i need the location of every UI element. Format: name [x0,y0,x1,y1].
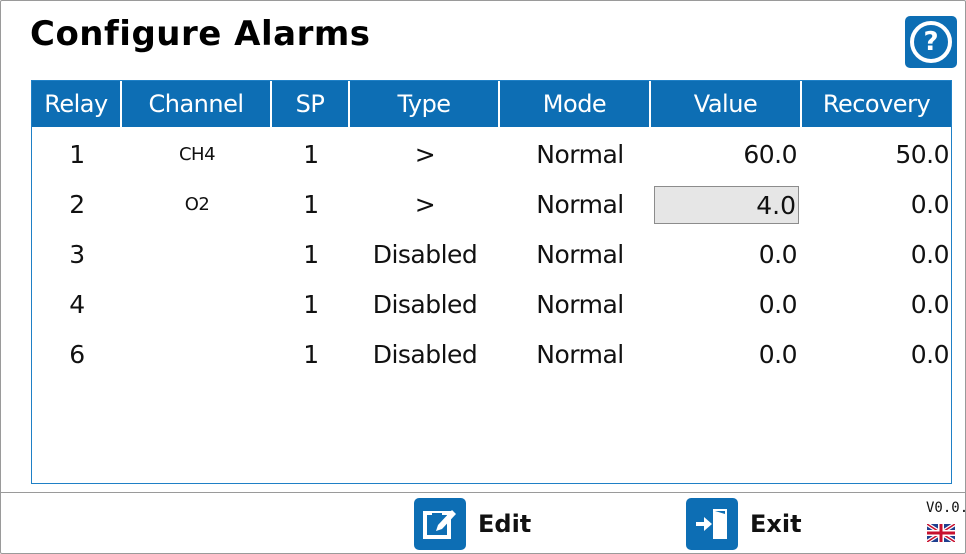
table-row[interactable]: 2 O2 1 > Normal 4.0 0.0 [32,180,951,230]
cell-recovery: 0.0 [910,240,950,269]
column-header-channel: Channel [122,81,272,127]
uk-flag-icon[interactable] [925,522,957,544]
cell-value: 0.0 [758,240,798,269]
footer-divider [0,492,966,493]
edit-label: Edit [478,510,532,538]
cell-relay: 1 [69,140,85,169]
cell-sp: 1 [303,190,319,219]
selected-value-field[interactable]: 4.0 [654,186,799,224]
cell-sp: 1 [303,340,319,369]
exit-label: Exit [750,510,802,538]
exit-button[interactable]: Exit [686,498,802,550]
cell-type: > [414,140,436,169]
table-row[interactable]: 1 CH4 1 > Normal 60.0 50.0 [32,130,951,180]
cell-type: > [414,190,436,219]
cell-recovery: 0.0 [910,290,950,319]
cell-recovery: 0.0 [910,190,950,219]
cell-sp: 1 [303,240,319,269]
table-row[interactable]: 4 1 Disabled Normal 0.0 0.0 [32,280,951,330]
cell-sp: 1 [303,140,319,169]
cell-channel: O2 [184,194,210,215]
exit-door-icon [686,498,738,550]
table-header: Relay Channel SP Type Mode Value Recover… [32,81,951,127]
cell-relay: 4 [69,290,85,319]
column-header-value: Value [651,81,802,127]
column-header-type: Type [350,81,500,127]
page-title: Configure Alarms [30,14,371,54]
cell-channel [122,280,272,330]
cell-recovery: 0.0 [910,340,950,369]
cell-mode: Normal [536,340,624,369]
cell-channel [122,230,272,280]
cell-sp: 1 [303,290,319,319]
table-row[interactable]: 3 1 Disabled Normal 0.0 0.0 [32,230,951,280]
cell-recovery: 50.0 [895,140,949,169]
cell-mode: Normal [536,240,624,269]
cell-mode: Normal [536,190,624,219]
column-header-recovery: Recovery [822,90,931,118]
cell-type: Disabled [372,240,478,269]
version-text: V0.0. [926,500,966,516]
column-header-sp: SP [272,81,350,127]
cell-relay: 2 [69,190,85,219]
cell-type: Disabled [372,290,478,319]
cell-mode: Normal [536,140,624,169]
help-icon: ? [910,21,952,63]
cell-channel: CH4 [178,144,216,165]
cell-type: Disabled [372,340,478,369]
cell-value: 0.0 [758,290,798,319]
edit-icon [414,498,466,550]
cell-channel [122,330,272,380]
column-header-relay: Relay [32,81,122,127]
cell-relay: 6 [69,340,85,369]
edit-button[interactable]: Edit [414,498,531,550]
cell-relay: 3 [69,240,85,269]
column-header-mode: Mode [500,81,651,127]
help-button[interactable]: ? [905,16,957,68]
cell-mode: Normal [536,290,624,319]
cell-value: 0.0 [758,340,798,369]
cell-value: 60.0 [743,140,797,169]
alarms-table: Relay Channel SP Type Mode Value Recover… [31,80,952,484]
table-row[interactable]: 6 1 Disabled Normal 0.0 0.0 [32,330,951,380]
